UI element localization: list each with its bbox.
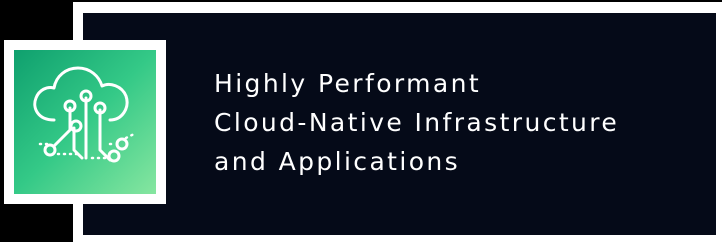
headline: Highly Performant Cloud-Native Infrastru… xyxy=(214,64,714,181)
cloud-circuit-icon xyxy=(33,66,136,163)
headline-line-2: Cloud-Native Infrastructure xyxy=(214,108,620,137)
headline-line-3: and Applications xyxy=(214,147,461,176)
icon-tile xyxy=(14,50,156,194)
headline-line-1: Highly Performant xyxy=(214,69,482,98)
banner: Highly Performant Cloud-Native Infrastru… xyxy=(0,0,722,242)
